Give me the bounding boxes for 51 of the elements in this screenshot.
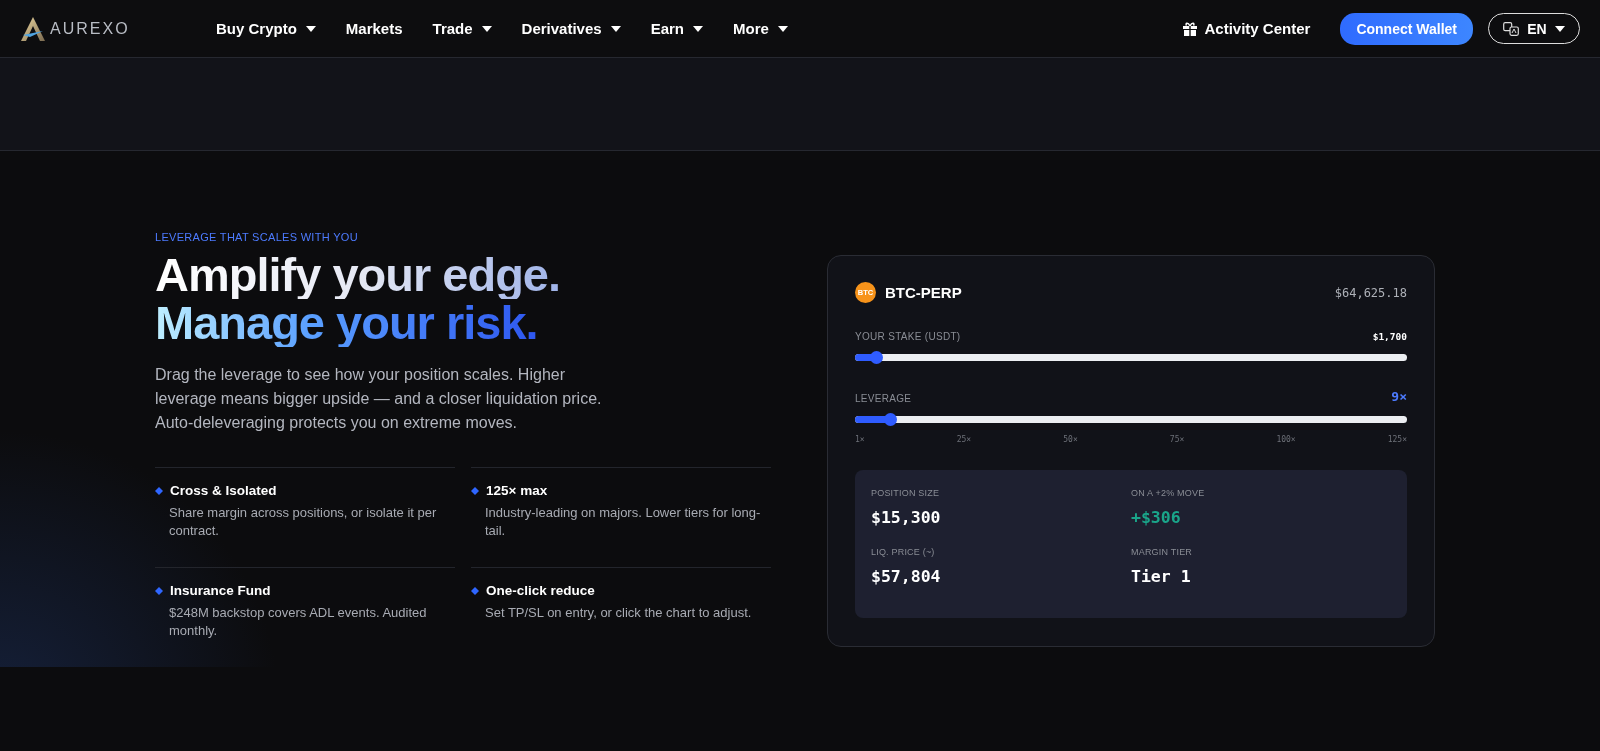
diamond-icon: [155, 586, 163, 595]
diamond-icon: [155, 486, 163, 495]
nav-menu-item[interactable]: Trade: [432, 20, 492, 37]
price-text: $64,625.18: [1334, 285, 1407, 300]
metric-label: ON A +2% MOVE: [1131, 488, 1206, 498]
tick-label: 100×: [1276, 435, 1296, 444]
nav-menu-item[interactable]: More: [733, 20, 788, 37]
nav-menu-item[interactable]: Earn: [650, 20, 703, 37]
metric-label: MARGIN TIER: [1131, 547, 1194, 557]
slider-track[interactable]: [855, 416, 1407, 423]
tick-label: 125×: [1387, 435, 1407, 444]
feature-title: Insurance Fund: [170, 583, 271, 598]
tick-label: 75×: [1169, 435, 1185, 444]
connect-wallet-button[interactable]: Connect Wallet: [1340, 12, 1473, 45]
feature-description: $248M backstop covers ADL events. Audited monthly.: [169, 604, 428, 640]
slider-value: 9×: [1391, 389, 1407, 404]
pair-name: BTC-PERP: [885, 284, 962, 301]
feature-title: Cross & Isolated: [170, 483, 277, 498]
nav-menu-item[interactable]: Markets: [345, 20, 403, 37]
metric-label: LIQ. PRICE (~): [871, 547, 936, 557]
slider-label: LEVERAGE: [855, 393, 912, 404]
slider-track[interactable]: [855, 354, 1407, 361]
eyebrow-text: LEVERAGE THAT SCALES WITH YOU: [155, 231, 359, 243]
slider-thumb[interactable]: [883, 413, 897, 426]
slider-thumb[interactable]: [870, 351, 884, 364]
diamond-icon: [471, 586, 479, 595]
slider-label: YOUR STAKE (USDT): [855, 331, 961, 342]
caret-icon: [1554, 25, 1565, 32]
tick-label: 50×: [1063, 435, 1078, 444]
metric-label: POSITION SIZE: [871, 488, 941, 498]
activity-center-link[interactable]: Activity Center: [1181, 20, 1311, 37]
tick-label: 25×: [956, 435, 972, 444]
description-text: Drag the leverage to see how your position scales. Higher leverage means bigger upside — and a closer liquidation price. Auto-deleveraging protects you on extreme moves.: [155, 365, 603, 433]
metric-value: +$306: [1131, 508, 1182, 527]
feature-title: One-click reduce: [486, 583, 595, 598]
translate-icon: [1503, 21, 1520, 36]
feature-description: Industry-leading on majors. Lower tiers for long-tail.: [485, 504, 762, 540]
logo-icon: [20, 15, 46, 42]
feature-description: Set TP/SL on entry, or click the chart to adjust.: [485, 604, 753, 622]
metric-value: $57,804: [871, 567, 942, 586]
nav-menu-item[interactable]: Buy Crypto: [216, 20, 316, 37]
metric-value: Tier 1: [1131, 567, 1192, 586]
gift-icon: [1181, 20, 1198, 37]
tick-label: 1×: [855, 435, 865, 444]
nav-menu-item[interactable]: Derivatives: [521, 20, 621, 37]
metric-value: $15,300: [871, 508, 942, 527]
slider-value: $1,700: [1372, 331, 1407, 342]
logo-wordmark: AUREXO: [50, 19, 130, 38]
diamond-icon: [471, 486, 479, 495]
feature-title: 125× max: [486, 483, 548, 498]
feature-description: Share margin across positions, or isolate it per contract.: [169, 504, 438, 540]
